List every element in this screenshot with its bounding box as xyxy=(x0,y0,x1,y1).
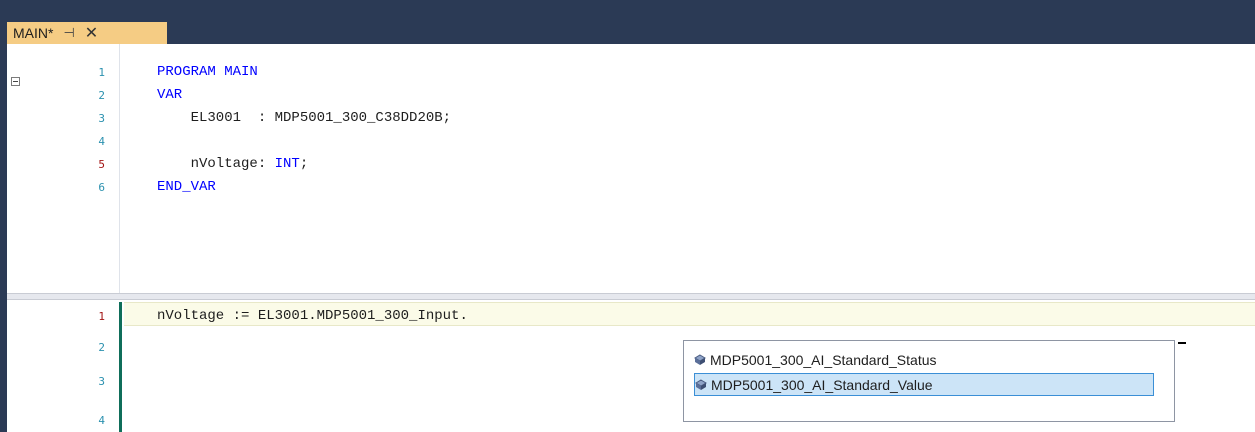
code-line-assignment[interactable]: nVoltage := EL3001.MDP5001_300_Input. xyxy=(157,308,468,324)
code-line-nvoltage[interactable]: nVoltage: INT; xyxy=(157,156,309,172)
document-tab-strip xyxy=(0,0,1255,35)
collapse-toggle-icon[interactable] xyxy=(11,77,20,86)
line-number: 4 xyxy=(98,135,105,148)
line-number: 6 xyxy=(98,181,105,194)
struct-member-icon xyxy=(694,353,706,365)
autocomplete-item-label: MDP5001_300_AI_Standard_Status xyxy=(710,351,937,368)
code-token: ; xyxy=(299,156,309,172)
autocomplete-popup[interactable]: MDP5001_300_AI_Standard_Status MDP5001_3… xyxy=(683,340,1175,422)
autocomplete-item-selected[interactable]: MDP5001_300_AI_Standard_Value xyxy=(694,373,1154,396)
editor-splitter[interactable] xyxy=(7,293,1255,300)
line-number: 3 xyxy=(98,112,105,125)
code-line-el3001[interactable]: EL3001 : MDP5001_300_C38DD20B; xyxy=(157,110,451,126)
popup-shadow-edge xyxy=(1178,342,1186,344)
change-marker-bar xyxy=(119,302,122,432)
tab-main[interactable]: MAIN* ⊣ ✕ xyxy=(7,22,167,44)
tab-title: MAIN* xyxy=(13,25,54,41)
code-token: nVoltage: xyxy=(157,156,275,172)
pin-icon[interactable]: ⊣ xyxy=(63,25,74,41)
close-icon[interactable]: ✕ xyxy=(85,23,98,43)
line-number: 2 xyxy=(98,341,105,354)
code-line-var[interactable]: VAR xyxy=(157,87,182,103)
line-number-modified: 5 xyxy=(98,158,105,171)
code-line-end-var[interactable]: END_VAR xyxy=(157,179,216,195)
line-number: 1 xyxy=(98,66,105,79)
code-line-program[interactable]: PROGRAM MAIN xyxy=(157,64,258,80)
line-number-modified: 1 xyxy=(98,310,105,323)
struct-member-icon xyxy=(695,378,707,390)
autocomplete-item-label: MDP5001_300_AI_Standard_Value xyxy=(711,376,933,393)
gutter-divider xyxy=(119,44,120,293)
line-number: 3 xyxy=(98,375,105,388)
line-number: 2 xyxy=(98,89,105,102)
line-number: 4 xyxy=(98,414,105,427)
autocomplete-item[interactable]: MDP5001_300_AI_Standard_Status xyxy=(694,348,1154,371)
keyword-token: INT xyxy=(274,156,300,172)
